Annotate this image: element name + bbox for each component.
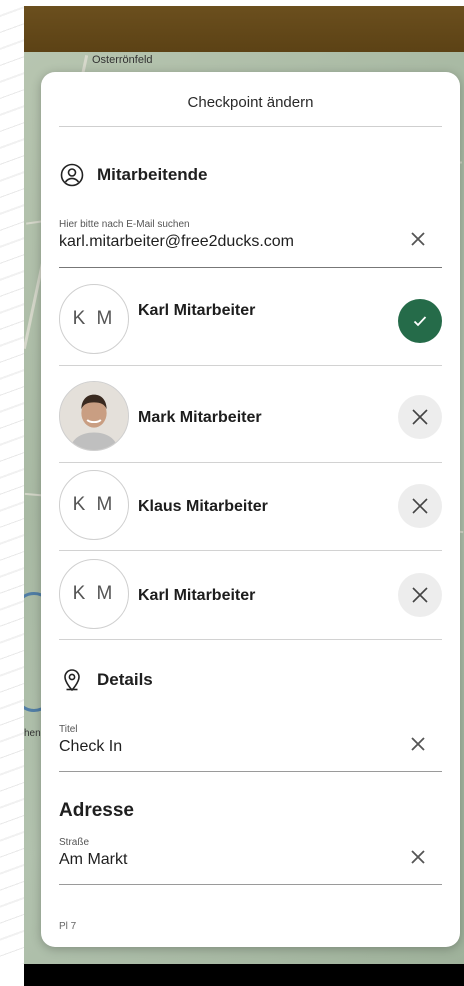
employee-name: Karl Mitarbeiter [138, 587, 256, 604]
employee-row[interactable]: Mark Mitarbeiter [59, 381, 442, 463]
avatar: K M [59, 470, 129, 540]
employee-row[interactable]: K M Karl Mitarbeiter [59, 284, 442, 366]
clear-title-icon[interactable] [408, 734, 428, 754]
dialog-title: Checkpoint ändern [187, 94, 314, 111]
selected-check-button[interactable] [398, 299, 442, 343]
employee-search-field[interactable]: Hier bitte nach E-Mail suchen karl.mitar… [59, 219, 442, 269]
close-icon [412, 498, 428, 514]
avatar: K M [59, 284, 129, 354]
details-section-label: Details [97, 670, 153, 689]
employee-row[interactable]: K M Klaus Mitarbeiter [59, 470, 442, 552]
map-place-label: Osterrönfeld [92, 54, 153, 66]
avatar-photo [59, 381, 129, 451]
employees-section-header: Mitarbeitende [59, 162, 208, 188]
clear-street-icon[interactable] [408, 847, 428, 867]
street-input[interactable]: Am Markt [59, 851, 442, 869]
remove-employee-button[interactable] [398, 395, 442, 439]
remove-employee-button[interactable] [398, 484, 442, 528]
employee-name: Klaus Mitarbeiter [138, 498, 268, 515]
title-input[interactable]: Check In [59, 738, 442, 756]
checkmark-icon [413, 316, 427, 327]
employee-search-label: Hier bitte nach E-Mail suchen [59, 219, 190, 230]
close-icon [412, 587, 428, 603]
address-heading: Adresse [59, 800, 134, 821]
avatar: K M [59, 559, 129, 629]
app-top-bar [24, 6, 464, 52]
employee-row[interactable]: K M Karl Mitarbeiter [59, 559, 442, 641]
title-field-label: Titel [59, 724, 78, 735]
title-divider [59, 126, 442, 127]
employee-name: Karl Mitarbeiter [138, 302, 256, 319]
employee-search-input[interactable]: karl.mitarbeiter@free2ducks.com [59, 233, 442, 251]
map-side-label: hen [24, 728, 41, 739]
edit-checkpoint-dialog: Checkpoint ändern Mitarbeitende Hier bit… [41, 72, 460, 947]
postal-code-label[interactable]: Pl 7 [59, 921, 76, 932]
title-field[interactable]: Titel Check In [59, 724, 442, 772]
remove-employee-button[interactable] [398, 573, 442, 617]
clear-search-icon[interactable] [408, 229, 428, 249]
street-field-label: Straße [59, 837, 90, 848]
employee-name: Mark Mitarbeiter [138, 409, 262, 426]
user-circle-icon [59, 162, 85, 188]
details-section-header: Details [59, 667, 153, 693]
close-icon [412, 409, 428, 425]
location-pin-icon [59, 667, 85, 693]
street-field[interactable]: Straße Am Markt [59, 837, 442, 885]
system-bottom-bar [24, 964, 464, 986]
background-left-strip [0, 0, 24, 964]
employees-section-label: Mitarbeitende [97, 165, 208, 184]
